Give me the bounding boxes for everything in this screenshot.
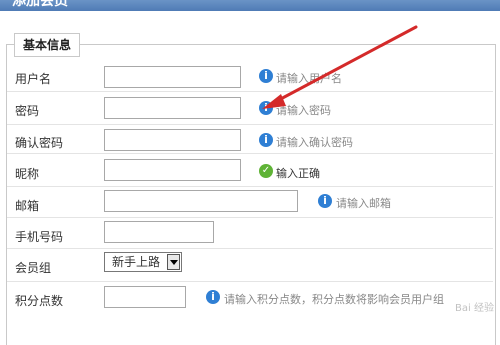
watermark-logo: Bai 经验 (455, 303, 494, 314)
red-arrow-annotation (262, 25, 418, 109)
